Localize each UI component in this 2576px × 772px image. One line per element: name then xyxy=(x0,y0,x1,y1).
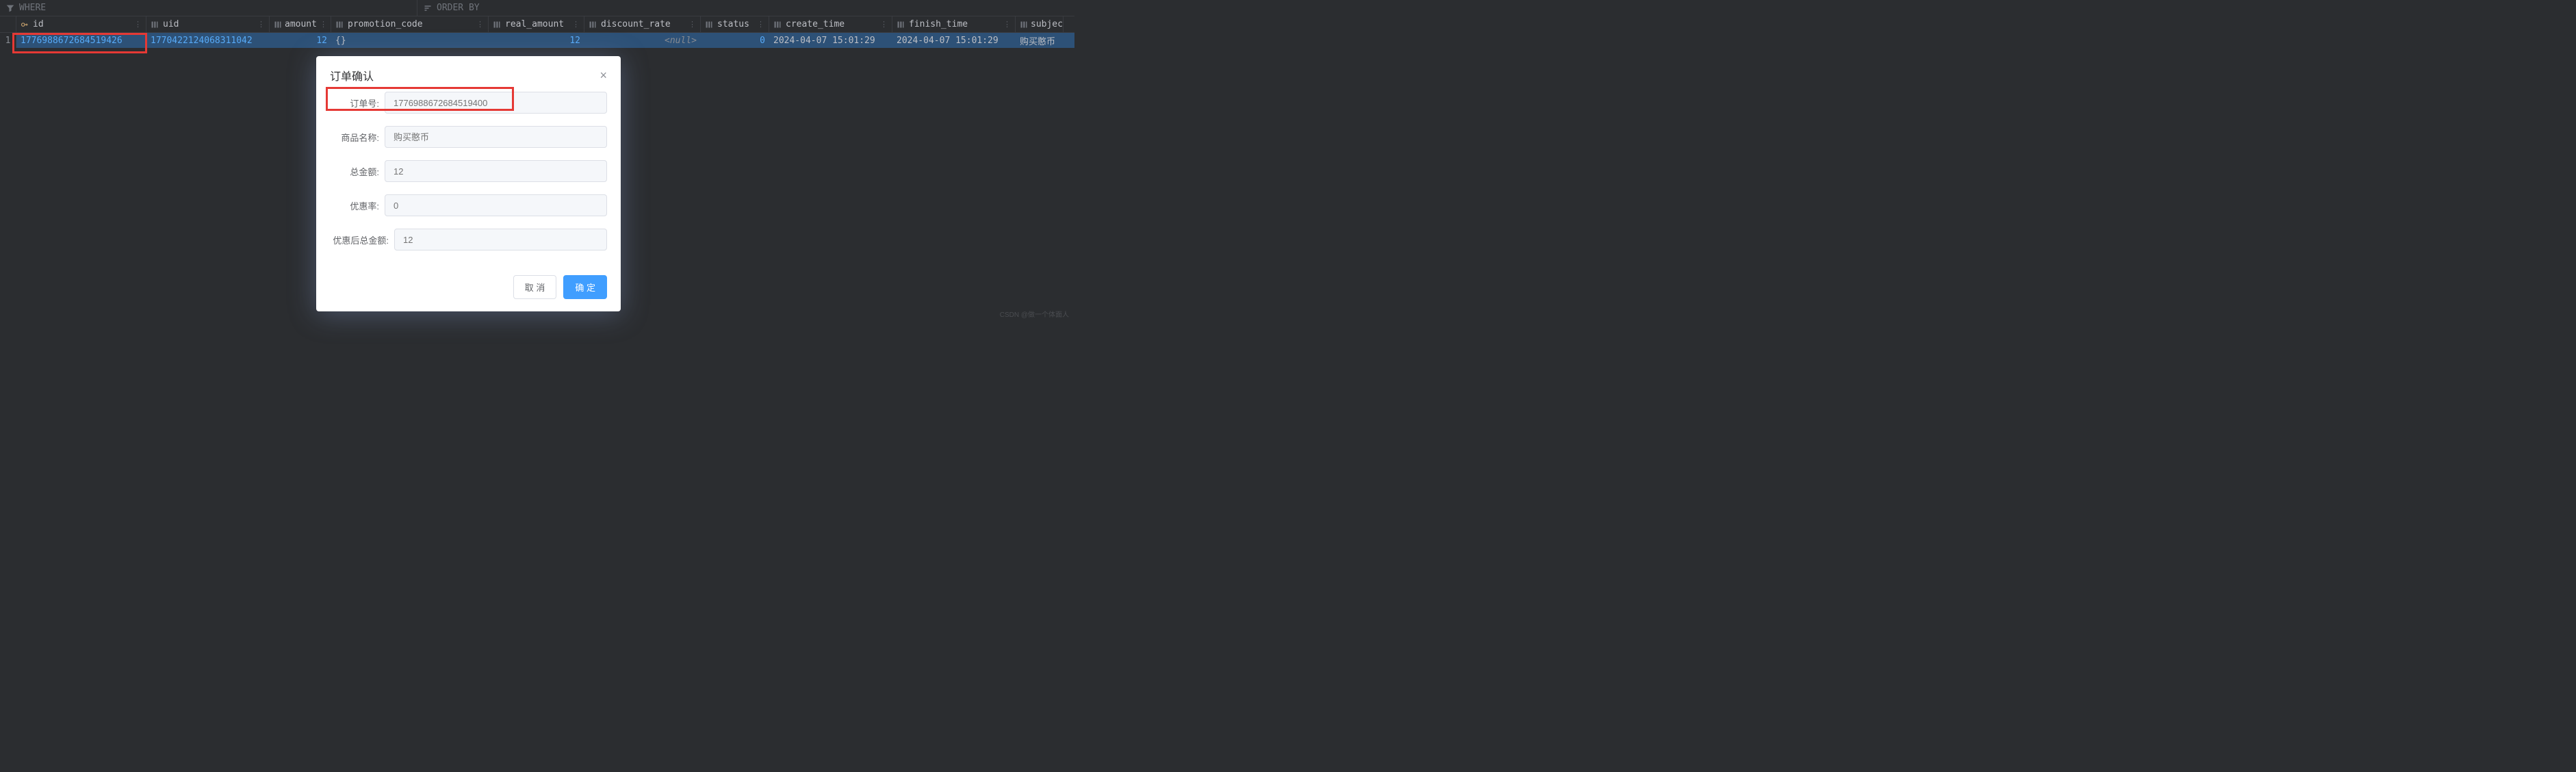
form-item-product: 商品名称: xyxy=(330,126,607,148)
drag-handle-icon[interactable]: ⋮ xyxy=(257,20,265,29)
total-label: 总金额: xyxy=(330,165,379,178)
column-header-amount[interactable]: amount ⋮ xyxy=(270,16,331,32)
orderby-filter[interactable]: ORDER BY xyxy=(417,0,1074,16)
column-icon xyxy=(1020,21,1028,29)
drag-handle-icon[interactable]: ⋮ xyxy=(880,20,888,29)
cell-status[interactable]: 0 xyxy=(701,33,769,48)
order-no-label: 订单号: xyxy=(330,96,379,110)
where-label: WHERE xyxy=(19,3,46,13)
column-label: real_amount xyxy=(505,19,564,29)
drag-handle-icon[interactable]: ⋮ xyxy=(134,20,142,29)
cell-create-time[interactable]: 2024-04-07 15:01:29 xyxy=(769,33,892,48)
column-header-uid[interactable]: uid ⋮ xyxy=(146,16,270,32)
order-no-input[interactable] xyxy=(385,92,607,114)
product-input[interactable] xyxy=(385,126,607,148)
discount-label: 优惠率: xyxy=(330,199,379,212)
column-header-create-time[interactable]: create_time ⋮ xyxy=(769,16,892,32)
final-label: 优惠后总金额: xyxy=(330,233,389,246)
cell-finish-time[interactable]: 2024-04-07 15:01:29 xyxy=(892,33,1016,48)
column-label: discount_rate xyxy=(601,19,671,29)
column-label: status xyxy=(717,19,749,29)
order-confirm-dialog: 订单确认 × 订单号: 商品名称: 总金额: 优惠率: 优惠后总金额: 取 消 … xyxy=(316,56,621,311)
key-icon xyxy=(21,21,30,29)
confirm-button[interactable]: 确 定 xyxy=(563,275,607,299)
funnel-icon xyxy=(5,3,15,13)
column-icon xyxy=(274,21,282,29)
column-label: create_time xyxy=(786,19,845,29)
column-icon xyxy=(773,21,783,29)
product-label: 商品名称: xyxy=(330,131,379,144)
column-header-promotion-code[interactable]: promotion_code ⋮ xyxy=(331,16,489,32)
drag-handle-icon[interactable]: ⋮ xyxy=(688,20,696,29)
drag-handle-icon[interactable]: ⋮ xyxy=(476,20,484,29)
table-headers: id ⋮ uid ⋮ amount ⋮ promotion_code ⋮ rea… xyxy=(0,16,1074,33)
cell-subject[interactable]: 购买憨币 xyxy=(1016,33,1064,48)
close-icon[interactable]: × xyxy=(600,69,607,81)
dialog-title: 订单确认 xyxy=(330,67,374,83)
column-label: uid xyxy=(163,19,179,29)
drag-handle-icon[interactable]: ⋮ xyxy=(757,20,764,29)
cell-id[interactable]: 1776988672684519426 xyxy=(16,33,146,48)
column-icon xyxy=(897,21,906,29)
column-header-status[interactable]: status ⋮ xyxy=(701,16,769,32)
form-item-total: 总金额: xyxy=(330,160,607,182)
form-item-final: 优惠后总金额: xyxy=(330,229,607,250)
final-input[interactable] xyxy=(394,229,607,250)
cell-discount-rate[interactable]: <null> xyxy=(584,33,701,48)
dialog-body: 订单号: 商品名称: 总金额: 优惠率: 优惠后总金额: xyxy=(316,89,621,270)
row-number: 1 xyxy=(0,33,16,48)
dialog-header: 订单确认 × xyxy=(316,56,621,89)
discount-input[interactable] xyxy=(385,194,607,216)
cell-uid[interactable]: 1770422124068311042 xyxy=(146,33,270,48)
column-icon xyxy=(151,21,160,29)
form-item-order-no: 订单号: xyxy=(330,92,607,114)
column-label: promotion_code xyxy=(348,19,423,29)
dialog-footer: 取 消 确 定 xyxy=(316,270,621,311)
column-header-id[interactable]: id ⋮ xyxy=(16,16,146,32)
drag-handle-icon[interactable]: ⋮ xyxy=(320,20,327,29)
cell-real-amount[interactable]: 12 xyxy=(489,33,584,48)
column-header-discount-rate[interactable]: discount_rate ⋮ xyxy=(584,16,701,32)
column-label: subject xyxy=(1031,19,1064,29)
column-label: amount xyxy=(285,19,317,29)
column-label: id xyxy=(33,19,44,29)
drag-handle-icon[interactable]: ⋮ xyxy=(572,20,580,29)
sort-icon xyxy=(423,3,433,13)
column-icon xyxy=(335,21,345,29)
column-icon xyxy=(705,21,714,29)
table-body: 1 1776988672684519426 177042212406831104… xyxy=(0,33,1074,48)
where-filter[interactable]: WHERE xyxy=(0,0,417,16)
table-row[interactable]: 1 1776988672684519426 177042212406831104… xyxy=(0,33,1074,48)
column-header-real-amount[interactable]: real_amount ⋮ xyxy=(489,16,584,32)
column-icon xyxy=(589,21,598,29)
watermark: CSDN @做一个体面人 xyxy=(1000,309,1069,319)
filter-bar: WHERE ORDER BY xyxy=(0,0,1074,16)
row-number-header xyxy=(0,16,16,32)
cell-promotion-code[interactable]: {} xyxy=(331,33,489,48)
cancel-button[interactable]: 取 消 xyxy=(513,275,557,299)
drag-handle-icon[interactable]: ⋮ xyxy=(1003,20,1011,29)
column-icon xyxy=(493,21,502,29)
cell-amount[interactable]: 12 xyxy=(270,33,331,48)
column-label: finish_time xyxy=(909,19,968,29)
column-header-subject[interactable]: subject xyxy=(1016,16,1064,32)
form-item-discount: 优惠率: xyxy=(330,194,607,216)
orderby-label: ORDER BY xyxy=(437,3,480,13)
column-header-finish-time[interactable]: finish_time ⋮ xyxy=(892,16,1016,32)
total-input[interactable] xyxy=(385,160,607,182)
